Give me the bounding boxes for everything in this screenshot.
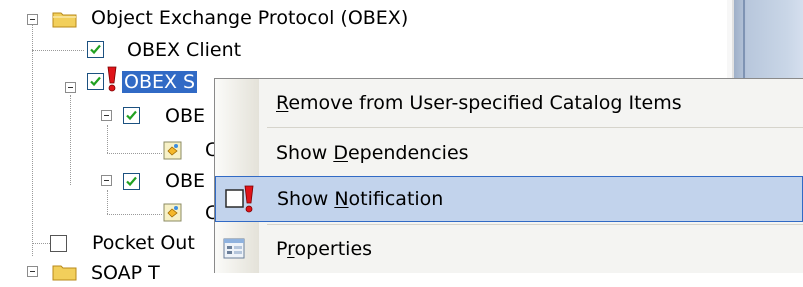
tree-item-checkbox[interactable]: [50, 235, 67, 252]
tree-item-checkbox[interactable]: [123, 173, 140, 190]
tree-item-soap-toolkit[interactable]: SOAP T: [91, 262, 160, 284]
check-icon: [90, 44, 101, 55]
tree-item-obex[interactable]: Object Exchange Protocol (OBEX): [91, 7, 408, 29]
tree-collapse-toggle[interactable]: [27, 14, 38, 25]
notification-warning-icon: [225, 184, 255, 219]
menu-separator: [267, 224, 803, 225]
properties-icon: [222, 236, 248, 267]
context-menu: Remove from User-specified Catalog Items…: [214, 78, 803, 273]
menu-item-show-notification[interactable]: Show Notification: [215, 176, 803, 222]
check-icon: [126, 176, 137, 187]
tree-item-obe-1[interactable]: OBE: [165, 105, 205, 127]
menu-item-properties[interactable]: Properties: [215, 226, 803, 272]
tree-item-checkbox[interactable]: [123, 107, 140, 124]
folder-icon: [52, 9, 78, 34]
menu-item-show-dependencies[interactable]: Show Dependencies: [215, 130, 803, 176]
tree-item-pocket-outlook[interactable]: Pocket Out: [92, 232, 195, 254]
menu-separator: [267, 127, 803, 128]
tree-item-obex-server-selected[interactable]: OBEX S: [122, 71, 198, 93]
tree-expand-toggle[interactable]: [27, 266, 38, 277]
tree-item-obex-client[interactable]: OBEX Client: [127, 39, 241, 61]
tree-item-obe-2[interactable]: OBE: [165, 170, 205, 192]
tree-collapse-toggle[interactable]: [101, 175, 112, 186]
tree-item-checkbox[interactable]: [87, 41, 104, 58]
tree-item-checkbox[interactable]: [87, 73, 104, 90]
check-icon: [90, 76, 101, 87]
folder-icon: [52, 262, 78, 287]
menu-item-remove-from-catalog[interactable]: Remove from User-specified Catalog Items: [215, 80, 803, 126]
component-icon: [162, 202, 184, 229]
component-icon: [162, 140, 184, 167]
tree-collapse-toggle[interactable]: [101, 110, 112, 121]
warning-exclamation-icon: [105, 66, 119, 97]
tree-collapse-toggle[interactable]: [65, 82, 76, 93]
check-icon: [126, 110, 137, 121]
